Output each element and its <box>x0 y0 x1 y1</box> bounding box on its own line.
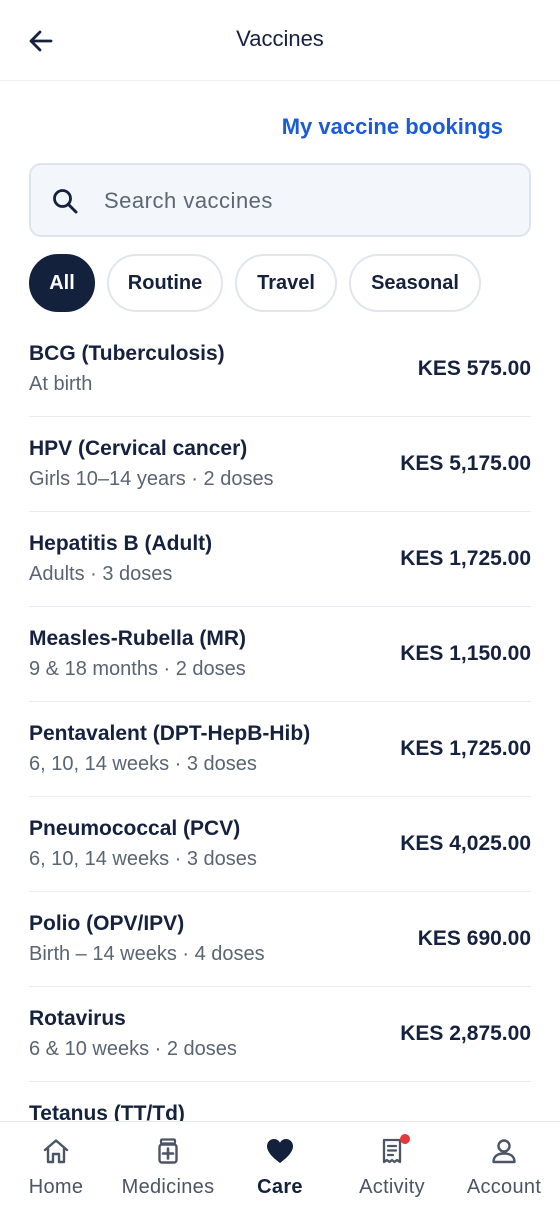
page-title: Vaccines <box>236 26 324 51</box>
vaccine-price: KES 2,875.00 <box>400 1022 531 1045</box>
vaccine-name: Hepatitis B (Adult) <box>29 532 213 555</box>
vaccine-price: KES 1,725.00 <box>400 547 531 570</box>
heart-icon <box>267 1139 293 1163</box>
vaccine-row[interactable]: Tetanus (TT/Td) <box>29 1082 531 1121</box>
bottom-navigation: Home Medicines Care Activity Account <box>0 1121 560 1212</box>
chip-travel[interactable]: Travel <box>235 254 337 312</box>
vaccine-row[interactable]: HPV (Cervical cancer) Girls 10–14 years … <box>29 417 531 512</box>
vaccine-detail: 9 & 18 months · 2 doses <box>29 658 246 680</box>
vaccine-list: BCG (Tuberculosis) At birth KES 575.00 H… <box>29 322 531 1121</box>
search-input[interactable] <box>104 183 504 219</box>
vaccine-price: KES 5,175.00 <box>400 452 531 475</box>
tab-label: Activity <box>359 1176 425 1198</box>
vaccine-name: Rotavirus <box>29 1007 126 1030</box>
chip-seasonal[interactable]: Seasonal <box>349 254 481 312</box>
vaccine-name: Polio (OPV/IPV) <box>29 912 185 935</box>
vaccine-name: HPV (Cervical cancer) <box>29 437 248 460</box>
vaccine-name: Measles-Rubella (MR) <box>29 627 247 650</box>
tab-activity[interactable]: Activity <box>336 1122 448 1212</box>
vaccine-name: Tetanus (TT/Td) <box>29 1102 185 1121</box>
vaccine-row[interactable]: Pneumococcal (PCV) 6, 10, 14 weeks · 3 d… <box>29 797 531 892</box>
vaccine-row[interactable]: Measles-Rubella (MR) 9 & 18 months · 2 d… <box>29 607 531 702</box>
vaccine-detail: 6, 10, 14 weeks · 3 doses <box>29 753 257 775</box>
vaccine-row[interactable]: Hepatitis B (Adult) Adults · 3 doses KES… <box>29 512 531 607</box>
vaccine-detail: 6 & 10 weeks · 2 doses <box>29 1038 237 1060</box>
tab-label: Care <box>257 1176 303 1198</box>
vaccine-name: Pentavalent (DPT-HepB-Hib) <box>29 722 311 745</box>
notification-badge <box>400 1134 410 1144</box>
top-app-bar: Vaccines <box>0 0 560 81</box>
tab-label: Account <box>466 1176 542 1198</box>
vaccine-detail: Girls 10–14 years · 2 doses <box>29 468 274 490</box>
chip-all[interactable]: All <box>29 254 95 312</box>
tab-care[interactable]: Care <box>224 1122 336 1212</box>
vaccine-name: Pneumococcal (PCV) <box>29 817 241 840</box>
search-icon <box>53 189 78 214</box>
vaccine-price: KES 690.00 <box>417 927 531 950</box>
vaccine-detail: At birth <box>29 373 93 395</box>
vaccine-price: KES 4,025.00 <box>400 832 531 855</box>
category-filter-chips: All Routine Travel Seasonal <box>29 254 481 312</box>
vaccine-row[interactable]: Polio (OPV/IPV) Birth – 14 weeks · 4 dos… <box>29 892 531 987</box>
vaccine-price: KES 1,150.00 <box>400 642 531 665</box>
vaccine-detail: 6, 10, 14 weeks · 3 doses <box>29 848 257 870</box>
vaccine-price: KES 575.00 <box>417 357 531 380</box>
vaccine-detail: Birth – 14 weeks · 4 doses <box>29 943 265 965</box>
chip-routine[interactable]: Routine <box>107 254 223 312</box>
home-icon <box>43 1139 69 1164</box>
search-bar[interactable] <box>29 163 531 237</box>
vaccine-row[interactable]: BCG (Tuberculosis) At birth KES 575.00 <box>29 322 531 417</box>
vaccine-price: KES 1,725.00 <box>400 737 531 760</box>
tab-account[interactable]: Account <box>448 1122 560 1212</box>
vaccine-detail: Adults · 3 doses <box>29 563 173 585</box>
vaccine-row[interactable]: Rotavirus 6 & 10 weeks · 2 doses KES 2,8… <box>29 987 531 1082</box>
medicine-bottle-icon <box>158 1138 178 1164</box>
my-vaccine-bookings-link[interactable]: My vaccine bookings <box>282 114 503 140</box>
vaccine-row[interactable]: Pentavalent (DPT-HepB-Hib) 6, 10, 14 wee… <box>29 702 531 797</box>
tab-medicines[interactable]: Medicines <box>112 1122 224 1212</box>
tab-home[interactable]: Home <box>0 1122 112 1212</box>
vaccine-name: BCG (Tuberculosis) <box>29 342 225 365</box>
user-icon <box>492 1139 516 1164</box>
tab-label: Home <box>28 1176 84 1198</box>
tab-label: Medicines <box>121 1176 215 1198</box>
